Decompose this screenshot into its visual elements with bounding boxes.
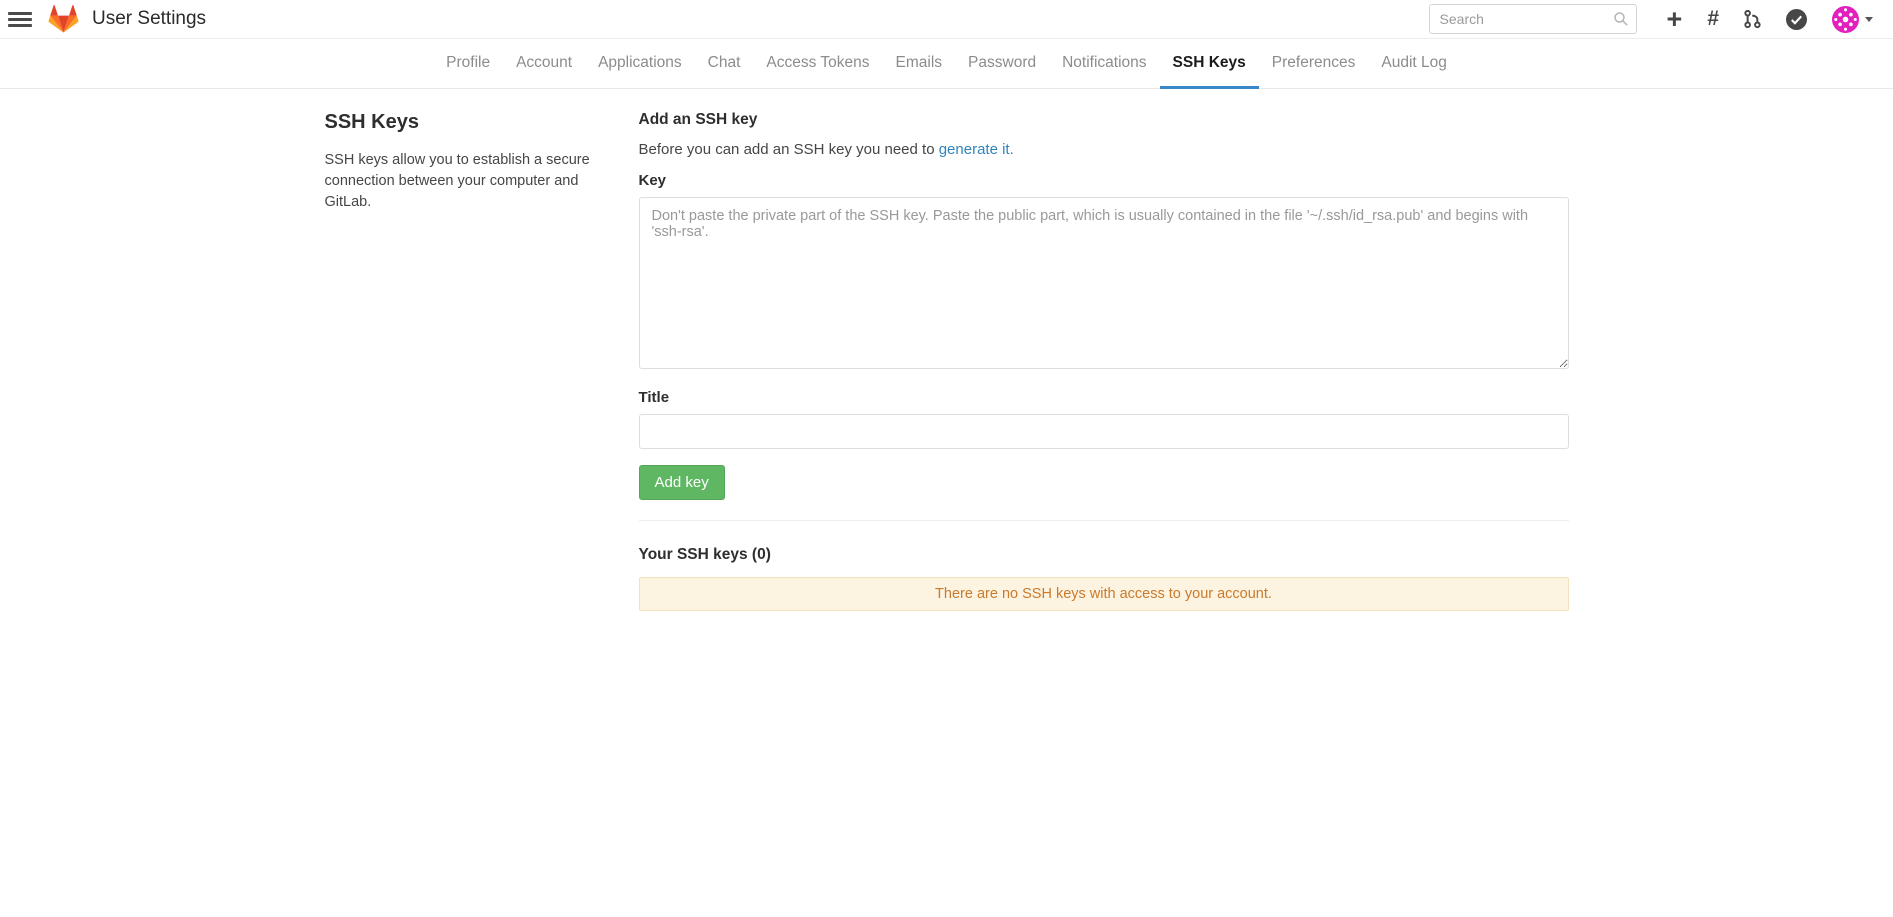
key-label: Key [639,172,1569,189]
todos-check-circle-icon[interactable] [1786,9,1807,30]
navbar-icons: + # [1667,6,1873,33]
tab-account[interactable]: Account [503,39,585,89]
search-input[interactable] [1429,4,1637,34]
new-item-plus-icon[interactable]: + [1667,9,1683,29]
section-description-text: SSH keys allow you to establish a secure… [325,150,605,213]
key-field: Key [639,172,1569,369]
key-textarea[interactable] [639,197,1569,369]
no-keys-warning: There are no SSH keys with access to you… [639,577,1569,611]
add-ssh-key-form: Add an SSH key Before you can add an SSH… [639,111,1569,611]
user-avatar[interactable] [1832,6,1859,33]
tab-ssh-keys[interactable]: SSH Keys [1160,39,1259,89]
title-input[interactable] [639,414,1569,449]
user-menu[interactable] [1832,6,1873,33]
top-navbar: User Settings + # [0,0,1893,39]
search-box [1429,4,1637,34]
section-heading: SSH Keys [325,111,605,134]
title-field: Title [639,389,1569,449]
tab-audit-log[interactable]: Audit Log [1368,39,1460,89]
generate-key-hint-text: Before you can add an SSH key you need t… [639,141,939,158]
search-icon [1613,11,1629,27]
generate-it-link[interactable]: generate it. [939,141,1014,158]
tab-access-tokens[interactable]: Access Tokens [753,39,882,89]
section-divider [639,520,1569,521]
tab-profile[interactable]: Profile [433,39,503,89]
settings-tabs: Profile Account Applications Chat Access… [0,39,1893,89]
tab-password[interactable]: Password [955,39,1049,89]
title-label: Title [639,389,1569,406]
section-description: SSH Keys SSH keys allow you to establish… [325,111,605,611]
tab-applications[interactable]: Applications [585,39,695,89]
your-ssh-keys-heading: Your SSH keys (0) [639,546,1569,564]
generate-key-hint: Before you can add an SSH key you need t… [639,141,1569,158]
page-title: User Settings [92,8,206,30]
hamburger-menu-icon[interactable] [8,7,32,31]
shortcuts-hash-icon[interactable]: # [1707,9,1719,29]
tab-chat[interactable]: Chat [695,39,754,89]
add-key-button[interactable]: Add key [639,465,725,500]
merge-requests-icon[interactable] [1744,9,1761,29]
tab-notifications[interactable]: Notifications [1049,39,1159,89]
gitlab-logo-icon[interactable] [48,4,79,34]
tab-emails[interactable]: Emails [883,39,956,89]
tab-preferences[interactable]: Preferences [1259,39,1369,89]
add-key-heading: Add an SSH key [639,111,1569,129]
ssh-keys-page: SSH Keys SSH keys allow you to establish… [325,89,1569,611]
chevron-down-icon [1865,17,1873,22]
